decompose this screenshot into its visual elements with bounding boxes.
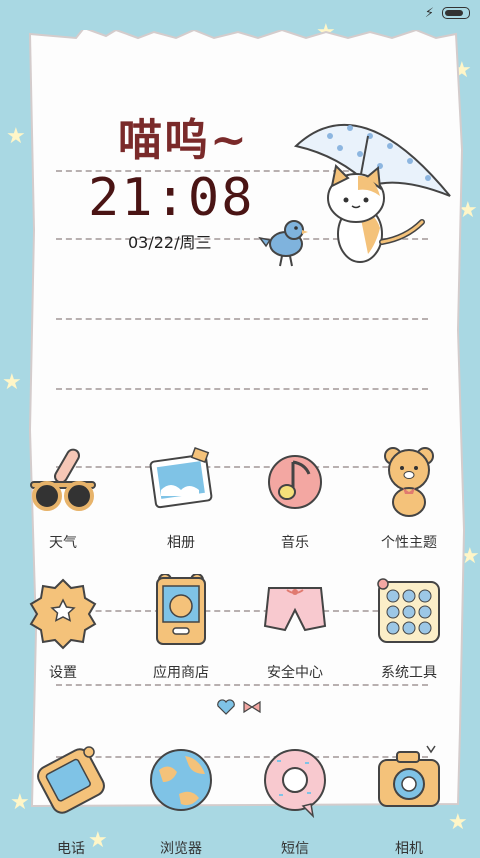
app-camera[interactable]: 相机 [354, 742, 464, 858]
status-bar: ⚡ [425, 4, 470, 22]
battery-icon [442, 7, 470, 19]
star-icon: ★ [6, 124, 26, 149]
bow-icon [243, 700, 261, 714]
app-weather[interactable]: 天气 [8, 444, 118, 552]
app-label: 电话 [57, 841, 85, 857]
app-label: 天气 [49, 535, 77, 551]
app-security[interactable]: 安全中心 [240, 574, 350, 682]
app-label: 短信 [281, 841, 309, 857]
app-messages[interactable]: 短信 [240, 742, 350, 858]
heart-icon [217, 699, 235, 715]
app-label: 设置 [49, 665, 77, 681]
donut-message-icon [264, 749, 326, 819]
app-label: 相机 [395, 841, 423, 857]
app-label: 安全中心 [267, 665, 323, 681]
shorts-icon [263, 587, 327, 632]
photo-frame-icon [149, 446, 213, 509]
app-label: 应用商店 [153, 665, 209, 681]
toolbox-icon [377, 578, 440, 643]
teddy-bear-icon [384, 447, 434, 517]
app-label: 浏览器 [160, 841, 202, 857]
bear-store-icon [156, 573, 206, 645]
app-label: 音乐 [281, 535, 309, 551]
app-store[interactable]: 应用商店 [126, 573, 236, 682]
star-icon: ★ [2, 370, 22, 395]
music-note-icon [268, 455, 322, 509]
gear-icon [29, 578, 97, 650]
charging-icon: ⚡ [424, 5, 434, 21]
app-gallery[interactable]: 相册 [126, 444, 236, 552]
app-label: 相册 [167, 535, 195, 551]
cat-umbrella-illustration [258, 123, 451, 267]
globe-icon [150, 749, 212, 811]
phone-icon [37, 746, 105, 814]
app-browser[interactable]: 浏览器 [126, 742, 236, 858]
app-music[interactable]: 音乐 [240, 444, 350, 552]
app-system-tools[interactable]: 系统工具 [354, 574, 464, 682]
clock-time[interactable]: 21:08 [88, 172, 255, 224]
clock-date: 03/22/周三 [128, 233, 212, 252]
app-themes[interactable]: 个性主题 [354, 444, 464, 552]
app-phone[interactable]: 电话 [16, 742, 126, 858]
app-label: 个性主题 [381, 535, 437, 551]
sunglasses-thermometer-icon [30, 448, 96, 511]
page-indicator [217, 699, 261, 715]
widget-greeting: 喵呜~ [118, 115, 249, 166]
app-settings[interactable]: 设置 [8, 574, 118, 682]
app-label: 系统工具 [381, 665, 437, 681]
camera-icon [378, 745, 440, 807]
